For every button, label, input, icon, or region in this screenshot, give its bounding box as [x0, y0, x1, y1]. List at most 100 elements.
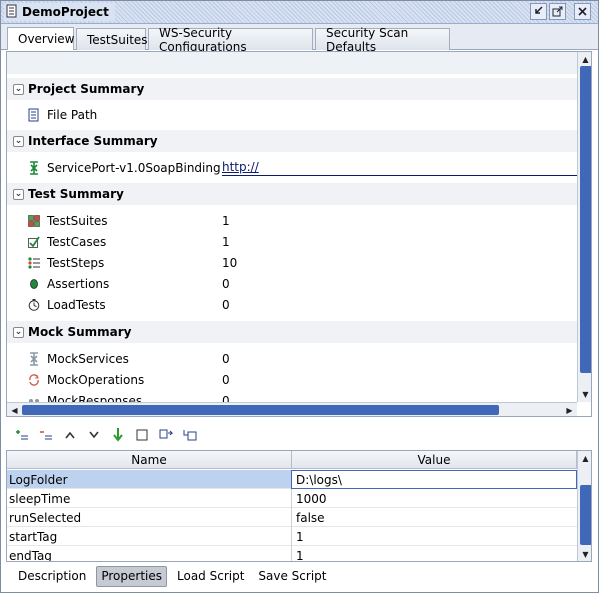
- bottom-tab-bar: Description Properties Load Script Save …: [6, 564, 592, 588]
- property-value[interactable]: false: [291, 508, 577, 527]
- close-icon[interactable]: [574, 3, 591, 20]
- overview-horizontal-scrollbar[interactable]: ◀ ▶: [7, 402, 577, 416]
- test-summary-header[interactable]: ⌄ Test Summary: [7, 183, 577, 205]
- horizontal-scroll-thumb[interactable]: [22, 405, 499, 415]
- move-down-icon[interactable]: [84, 426, 104, 444]
- table-row[interactable]: startTag 1: [7, 527, 577, 546]
- maximize-icon[interactable]: [549, 3, 566, 20]
- row-label: File Path: [47, 107, 98, 122]
- collapse-icon[interactable]: ⌄: [13, 83, 24, 95]
- table-row[interactable]: runSelected false: [7, 508, 577, 527]
- collapse-icon[interactable]: ⌄: [13, 188, 24, 200]
- row-value: 1: [222, 213, 230, 228]
- remove-property-icon[interactable]: [36, 426, 56, 444]
- section-title: Mock Summary: [28, 325, 132, 339]
- teststeps-row: TestSteps 10: [7, 252, 577, 273]
- tab-testsuites[interactable]: TestSuites: [76, 28, 148, 50]
- table-row[interactable]: endTag 1: [7, 546, 577, 562]
- testcases-icon: [27, 235, 41, 249]
- property-value-input[interactable]: D:\logs\: [291, 470, 577, 489]
- scroll-up-icon[interactable]: ▲: [578, 451, 591, 465]
- tab-bar: Overview TestSuites WS-Security Configur…: [0, 24, 599, 54]
- tab-description[interactable]: Description: [14, 566, 90, 587]
- row-value: 10: [222, 255, 238, 270]
- move-up-icon[interactable]: [60, 426, 80, 444]
- row-label: Assertions: [47, 276, 110, 291]
- minimize-icon[interactable]: [530, 3, 547, 20]
- tab-label: Description: [18, 569, 87, 583]
- row-value: 0: [222, 276, 230, 291]
- row-label: TestSuites: [47, 213, 108, 228]
- column-label: Name: [131, 452, 167, 467]
- mockservices-row: MockServices 0: [7, 348, 577, 369]
- tab-overview[interactable]: Overview: [7, 27, 75, 50]
- tab-security-scan[interactable]: Security Scan Defaults: [315, 26, 450, 54]
- teststeps-icon: [27, 256, 41, 270]
- vertical-scroll-thumb[interactable]: [580, 66, 591, 373]
- tab-label: WS-Security Configurations: [159, 25, 247, 54]
- vertical-scroll-thumb[interactable]: [580, 485, 591, 545]
- property-value[interactable]: 1: [291, 527, 577, 546]
- row-label: MockServices: [47, 351, 129, 366]
- column-header-name[interactable]: Name: [7, 451, 292, 469]
- scroll-down-icon[interactable]: ▼: [578, 547, 591, 561]
- copy-properties-icon[interactable]: [156, 426, 176, 444]
- project-summary-header[interactable]: ⌄ Project Summary: [7, 78, 577, 100]
- property-name[interactable]: startTag: [7, 527, 291, 546]
- properties-vertical-scrollbar[interactable]: ▲ ▼: [577, 451, 591, 561]
- clear-property-icon[interactable]: [132, 426, 152, 444]
- property-value[interactable]: 1: [291, 546, 577, 561]
- scroll-right-icon[interactable]: ▶: [562, 403, 577, 416]
- row-label: MockOperations: [47, 372, 145, 387]
- column-label: Value: [417, 452, 451, 467]
- title-wrap: DemoProject: [4, 3, 115, 21]
- overview-vertical-scrollbar[interactable]: ▲ ▼: [577, 52, 591, 402]
- row-value: 0: [222, 372, 230, 387]
- properties-table: Name Value LogFolder D:\logs\ sleepTime …: [6, 450, 592, 562]
- mockoperations-row: MockOperations 0: [7, 369, 577, 390]
- interface-summary-header[interactable]: ⌄ Interface Summary: [7, 130, 577, 152]
- property-name[interactable]: runSelected: [7, 508, 291, 527]
- interface-endpoint-link[interactable]: http://: [222, 160, 577, 176]
- property-name[interactable]: sleepTime: [7, 489, 291, 508]
- collapse-icon[interactable]: ⌄: [13, 135, 24, 147]
- title-bar: DemoProject: [0, 0, 599, 24]
- section-title: Test Summary: [28, 187, 124, 201]
- file-path-icon: [27, 108, 41, 122]
- mockservices-icon: [27, 351, 41, 366]
- load-properties-icon[interactable]: [108, 426, 128, 444]
- mockoperations-icon: [27, 373, 41, 387]
- row-label: ServicePort-v1.0SoapBinding: [47, 160, 221, 175]
- property-name[interactable]: endTag: [7, 546, 291, 562]
- project-icon: [6, 4, 18, 21]
- column-header-value[interactable]: Value: [292, 451, 577, 469]
- tab-label: Load Script: [177, 569, 245, 583]
- tab-label: Security Scan Defaults: [326, 25, 409, 54]
- properties-toolbar: [6, 424, 592, 446]
- row-label: TestCases: [47, 234, 107, 249]
- add-property-icon[interactable]: [12, 426, 32, 444]
- scroll-down-icon[interactable]: ▼: [578, 387, 591, 401]
- table-row[interactable]: sleepTime 1000: [7, 489, 577, 508]
- tab-label: TestSuites: [87, 32, 148, 47]
- soap-binding-icon: [27, 160, 41, 175]
- tab-save-script[interactable]: Save Script: [254, 566, 330, 587]
- tab-load-script[interactable]: Load Script: [173, 566, 248, 587]
- tab-properties[interactable]: Properties: [96, 565, 167, 587]
- overview-panel: ⌄ Project Summary File Path ⌄ Interface …: [6, 51, 592, 417]
- scroll-left-icon[interactable]: ◀: [7, 403, 22, 416]
- paste-properties-icon[interactable]: [180, 426, 200, 444]
- table-row[interactable]: LogFolder D:\logs\: [7, 470, 577, 489]
- scroll-up-icon[interactable]: ▲: [578, 52, 591, 66]
- row-value: 0: [222, 297, 230, 312]
- row-value: 0: [222, 351, 230, 366]
- section-title: Project Summary: [28, 82, 145, 96]
- property-value[interactable]: 1000: [291, 489, 577, 508]
- tab-ws-security[interactable]: WS-Security Configurations: [148, 26, 313, 54]
- testsuites-row: TestSuites 1: [7, 210, 577, 231]
- tab-label: Save Script: [258, 569, 327, 583]
- collapse-icon[interactable]: ⌄: [13, 326, 24, 338]
- property-name[interactable]: LogFolder: [7, 470, 291, 489]
- mock-summary-header[interactable]: ⌄ Mock Summary: [7, 321, 577, 343]
- row-label: TestSteps: [47, 255, 105, 270]
